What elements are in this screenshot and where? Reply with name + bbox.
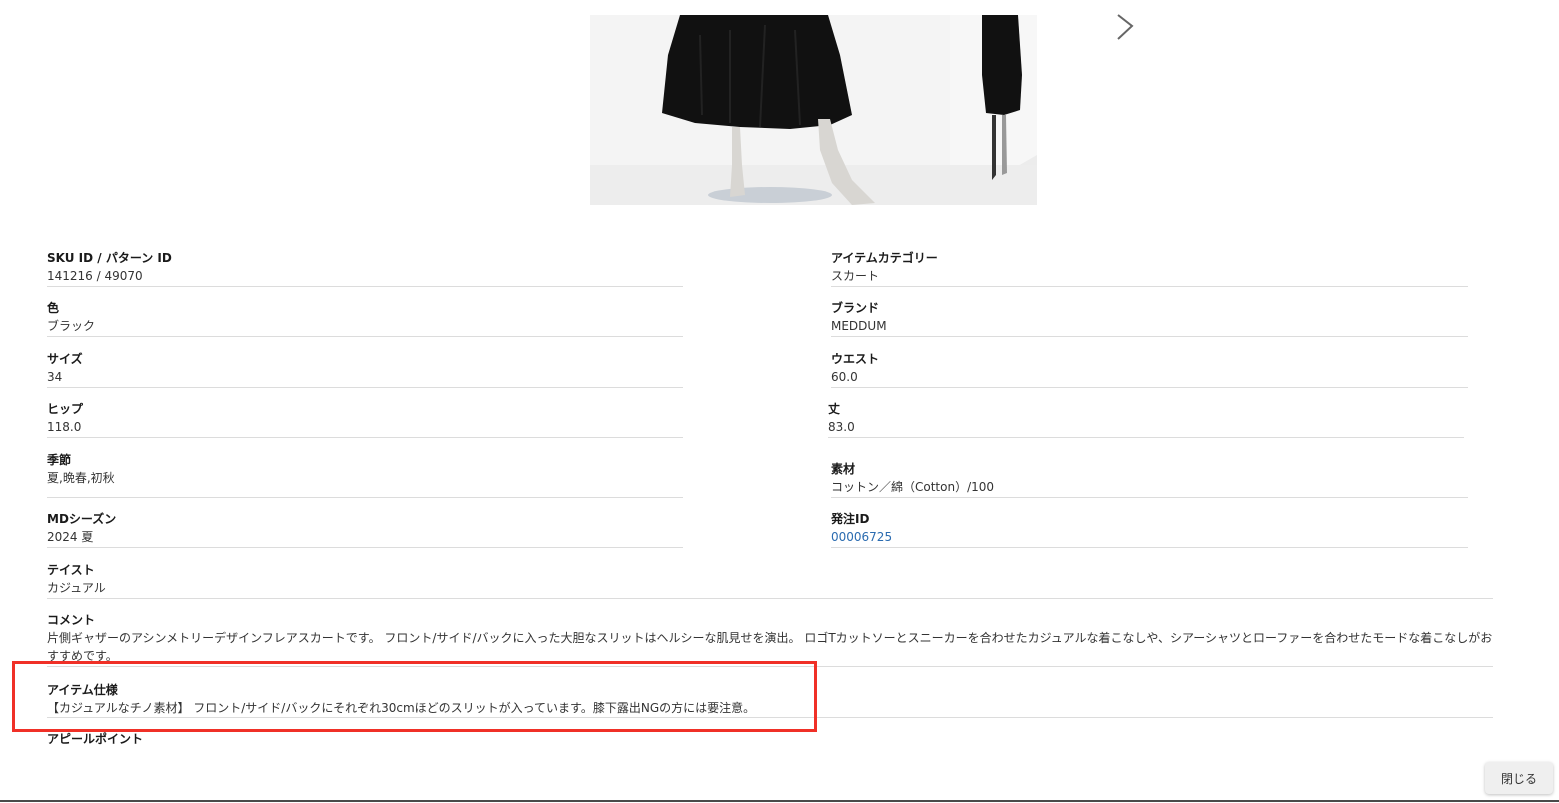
field-category: アイテムカテゴリー スカート (831, 250, 1468, 287)
field-appeal-point: アピールポイント (47, 731, 1493, 751)
field-label: アイテムカテゴリー (831, 251, 938, 265)
field-length: 丈 83.0 (828, 401, 1464, 438)
field-label: サイズ (47, 352, 83, 366)
field-label: MDシーズン (47, 512, 117, 526)
field-size: サイズ 34 (47, 351, 683, 388)
field-value: 118.0 (47, 420, 82, 434)
field-value: 夏,晩春,初秋 (47, 471, 115, 485)
field-value: 2024 夏 (47, 530, 94, 544)
field-value: カジュアル (47, 581, 106, 595)
field-label: 素材 (831, 462, 856, 476)
field-value: コットン／綿（Cotton）/100 (831, 480, 995, 494)
field-value: ブラック (47, 319, 96, 333)
field-material: 素材 コットン／綿（Cotton）/100 (831, 461, 1468, 498)
field-label: 丈 (828, 402, 841, 416)
field-hip: ヒップ 118.0 (47, 401, 683, 438)
chevron-right-icon[interactable] (1110, 10, 1140, 44)
order-id-link[interactable]: 00006725 (831, 528, 1468, 546)
highlight-box (12, 661, 817, 732)
field-label: アピールポイント (47, 732, 144, 746)
product-image (590, 15, 1037, 205)
field-label: ブランド (831, 301, 880, 315)
field-md-season: MDシーズン 2024 夏 (47, 511, 683, 548)
field-label: 色 (47, 301, 60, 315)
field-label: コメント (47, 613, 96, 627)
field-value: 83.0 (828, 420, 855, 434)
divider (0, 800, 1559, 802)
field-value: スカート (831, 269, 880, 283)
field-label: 発注ID (831, 512, 870, 526)
field-value: 60.0 (831, 370, 858, 384)
field-label: ヒップ (47, 402, 84, 416)
close-button[interactable]: 閉じる (1485, 762, 1553, 794)
field-label: ウエスト (831, 352, 880, 366)
field-label: 季節 (47, 453, 72, 467)
field-comment: コメント 片側ギャザーのアシンメトリーデザインフレアスカートです。 フロント/サ… (47, 612, 1493, 667)
field-color: 色 ブラック (47, 300, 683, 337)
field-order-id: 発注ID 00006725 (831, 511, 1468, 548)
field-value: 34 (47, 370, 63, 384)
field-sku: SKU ID / パターン ID 141216 / 49070 (47, 250, 683, 287)
field-season: 季節 夏,晩春,初秋 (47, 452, 683, 498)
field-value: MEDDUM (831, 319, 887, 333)
field-value: 片側ギャザーのアシンメトリーデザインフレアスカートです。 フロント/サイド/バッ… (47, 631, 1493, 663)
field-value: 141216 / 49070 (47, 269, 143, 283)
item-detail-page: SKU ID / パターン ID 141216 / 49070 アイテムカテゴリ… (0, 0, 1559, 803)
field-label: SKU ID / パターン ID (47, 251, 172, 265)
field-waist: ウエスト 60.0 (831, 351, 1468, 388)
field-brand: ブランド MEDDUM (831, 300, 1468, 337)
field-label: テイスト (47, 563, 95, 577)
field-taste: テイスト カジュアル (47, 562, 1493, 599)
